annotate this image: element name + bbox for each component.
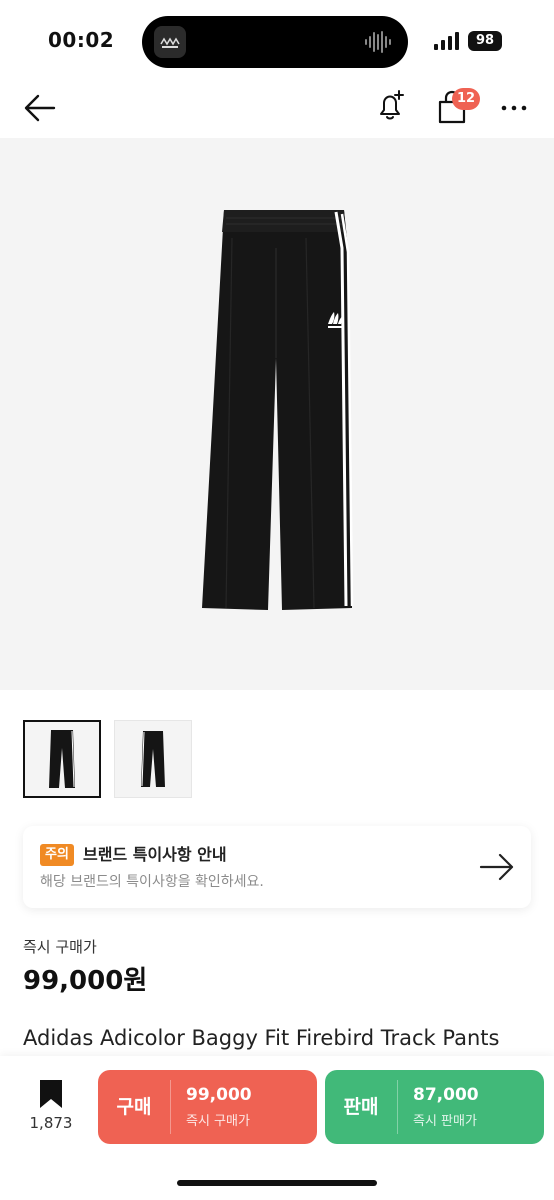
buy-button[interactable]: 구매 99,000 즉시 구매가: [98, 1070, 317, 1144]
buy-label: 구매: [116, 1096, 152, 1118]
sell-sublabel: 즉시 판매가: [413, 1114, 477, 1129]
buy-price: 99,000: [186, 1085, 252, 1105]
thumbnail-2[interactable]: [114, 720, 192, 798]
product-title: Adidas Adicolor Baggy Fit Firebird Track…: [23, 1026, 500, 1050]
brand-notice-card[interactable]: 주의 브랜드 특이사항 안내 해당 브랜드의 특이사항을 확인하세요.: [23, 826, 531, 908]
more-options-icon[interactable]: [498, 92, 530, 124]
bookmark-icon: [40, 1080, 62, 1108]
buy-divider: [170, 1080, 171, 1134]
arrow-right-icon[interactable]: [479, 850, 515, 884]
status-bar: 00:02 98: [0, 0, 554, 80]
sell-divider: [397, 1080, 398, 1134]
bookmark-button[interactable]: 1,873: [20, 1078, 82, 1138]
bottom-action-bar: 1,873 구매 99,000 즉시 구매가 판매 87,000 즉시 판매가: [0, 1056, 554, 1200]
home-indicator: [177, 1180, 377, 1186]
instant-buy-price: 99,000원: [23, 966, 148, 996]
sell-price: 87,000: [413, 1085, 479, 1105]
bookmark-count: 1,873: [29, 1114, 73, 1132]
audio-wave-icon: [365, 31, 391, 53]
thumbnail-1[interactable]: [23, 720, 101, 798]
cart-count-badge: 12: [452, 88, 481, 110]
back-arrow-icon[interactable]: [22, 90, 58, 126]
dynamic-island: [142, 16, 408, 68]
signal-icon: [434, 32, 459, 50]
caution-tag: 주의: [40, 844, 74, 866]
top-nav: 12: [0, 80, 554, 136]
notice-subtitle: 해당 브랜드의 특이사항을 확인하세요.: [40, 874, 264, 890]
status-time: 00:02: [48, 28, 115, 52]
notice-title: 브랜드 특이사항 안내: [83, 845, 227, 864]
instant-buy-label: 즉시 구매가: [23, 938, 97, 956]
product-image[interactable]: [0, 138, 554, 690]
track-pants-image: [202, 210, 354, 610]
buy-sublabel: 즉시 구매가: [186, 1114, 250, 1129]
app-icon: [154, 26, 186, 58]
battery-indicator: 98: [468, 31, 502, 51]
sell-label: 판매: [343, 1096, 379, 1118]
sell-button[interactable]: 판매 87,000 즉시 판매가: [325, 1070, 544, 1144]
notification-bell-icon[interactable]: [372, 88, 408, 124]
